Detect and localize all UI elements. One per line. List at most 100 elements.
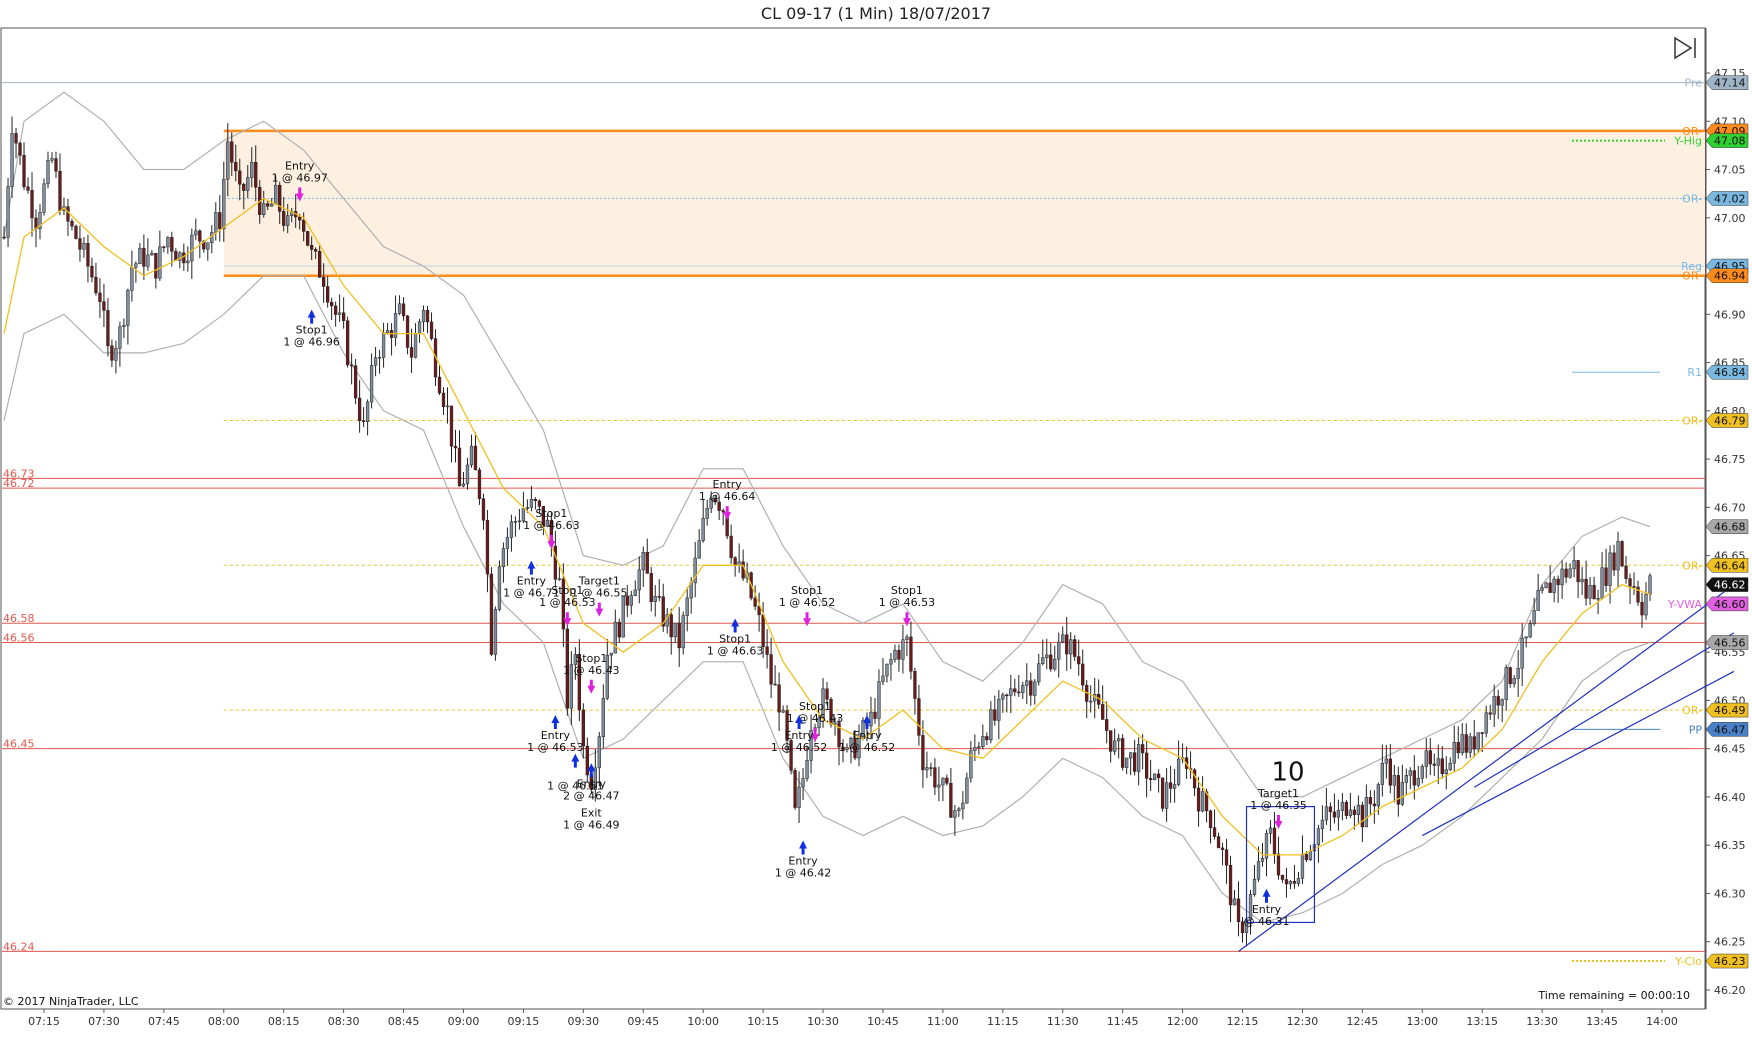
trade-fill-label: 1 @ 46.55 xyxy=(571,587,627,600)
candle-body xyxy=(14,133,18,144)
candle-body xyxy=(1428,750,1432,765)
candle-body xyxy=(282,211,286,226)
candle-body xyxy=(158,246,162,279)
candle-body xyxy=(1029,680,1033,696)
candle-body xyxy=(949,782,953,818)
candle-body xyxy=(1304,853,1309,861)
x-tick-label: 11:15 xyxy=(987,1015,1019,1028)
candle-body xyxy=(337,312,342,315)
candle-body xyxy=(1444,769,1448,775)
candle-body xyxy=(869,711,873,727)
candle-body xyxy=(401,303,406,317)
candle-body xyxy=(981,736,985,747)
candle-body xyxy=(1480,732,1484,734)
candle-body xyxy=(274,184,278,205)
candle-body xyxy=(497,566,502,610)
candle-body xyxy=(701,518,705,541)
candle-body xyxy=(1376,784,1380,807)
candle-body xyxy=(721,510,725,513)
trade-fill-label: 1 @ 46.96 xyxy=(283,336,339,349)
candle-body xyxy=(1628,578,1632,587)
candle-body xyxy=(889,659,893,665)
price-flag-value: 46.56 xyxy=(1714,637,1746,650)
candle-body xyxy=(1340,801,1345,811)
x-tick-label: 12:00 xyxy=(1167,1015,1199,1028)
candle-body xyxy=(773,683,777,686)
candle-body xyxy=(1608,552,1612,586)
chart-window: CL 09-17 (1 Min) 18/07/2017 10 Entry 1 @ … xyxy=(0,0,1752,1054)
candle-body xyxy=(1400,782,1404,805)
candle-body xyxy=(138,247,142,264)
candle-body xyxy=(481,498,486,521)
candle-body xyxy=(769,654,773,685)
price-flag-value: 46.68 xyxy=(1714,521,1746,534)
candle-body xyxy=(1296,878,1301,884)
candle-body xyxy=(1037,663,1041,683)
candle-body xyxy=(78,238,82,250)
y-tick-label: 46.25 xyxy=(1714,936,1746,949)
candle-body xyxy=(322,277,326,287)
candle-body xyxy=(190,234,194,262)
candle-body xyxy=(329,301,334,307)
y-tick-label: 47.05 xyxy=(1714,164,1746,177)
candle-body xyxy=(409,347,414,358)
candle-body xyxy=(717,501,721,511)
candle-body xyxy=(1268,827,1273,834)
candle-body xyxy=(1364,797,1369,828)
candle-body xyxy=(997,698,1001,721)
candle-body xyxy=(669,614,673,638)
candle-body xyxy=(1520,637,1524,669)
trade-fill-label: 1 @ 46.52 xyxy=(771,741,827,754)
candle-body xyxy=(357,397,362,421)
candle-body xyxy=(1109,730,1113,752)
x-tick-label: 08:15 xyxy=(268,1015,300,1028)
candle-body xyxy=(425,309,430,323)
candle-body xyxy=(1260,857,1265,862)
candle-body xyxy=(901,639,905,660)
candle-body xyxy=(110,345,114,361)
left-level-label: 46.45 xyxy=(3,738,35,751)
candle-body xyxy=(1129,752,1133,759)
x-tick-label: 13:00 xyxy=(1406,1015,1438,1028)
price-chart[interactable]: 10 Entry1 @ 46.97Stop11 @ 46.96Entry1 @ … xyxy=(0,0,1752,1054)
candle-body xyxy=(1232,898,1237,906)
candle-body xyxy=(102,301,106,311)
candle-body xyxy=(413,333,418,358)
candle-body xyxy=(445,405,450,408)
candle-body xyxy=(1516,667,1520,679)
candle-body xyxy=(1324,806,1329,821)
candle-body xyxy=(1148,778,1153,781)
candle-body xyxy=(1252,878,1257,895)
candle-body xyxy=(429,321,434,339)
candle-body xyxy=(985,736,989,741)
candle-body xyxy=(314,249,318,252)
candle-body xyxy=(1172,784,1177,789)
candle-body xyxy=(681,615,685,649)
level-tag-label: PP xyxy=(1689,723,1703,736)
candle-body xyxy=(1452,742,1456,764)
candle-body xyxy=(1556,578,1560,586)
candle-body xyxy=(765,646,769,655)
x-tick-label: 11:30 xyxy=(1047,1015,1079,1028)
candle-body xyxy=(1356,804,1361,815)
candle-body xyxy=(58,171,62,211)
candle-body xyxy=(653,596,657,602)
candle-body xyxy=(1632,586,1636,588)
candle-body xyxy=(306,231,310,246)
candle-body xyxy=(1013,688,1017,693)
candle-body xyxy=(905,636,909,640)
candle-body xyxy=(1584,578,1588,599)
x-tick-label: 09:45 xyxy=(627,1015,659,1028)
candle-body xyxy=(1448,762,1452,770)
candle-body xyxy=(1176,758,1181,785)
candle-body xyxy=(1216,836,1221,849)
candle-body xyxy=(90,265,94,278)
candle-body xyxy=(146,254,150,267)
candle-body xyxy=(1384,758,1388,764)
candle-body xyxy=(1616,541,1620,571)
candle-body xyxy=(465,464,470,485)
candle-body xyxy=(1456,742,1460,754)
level-tag-label: Y-Clo xyxy=(1674,955,1702,968)
candle-body xyxy=(1468,736,1472,753)
candle-body xyxy=(1640,601,1644,616)
